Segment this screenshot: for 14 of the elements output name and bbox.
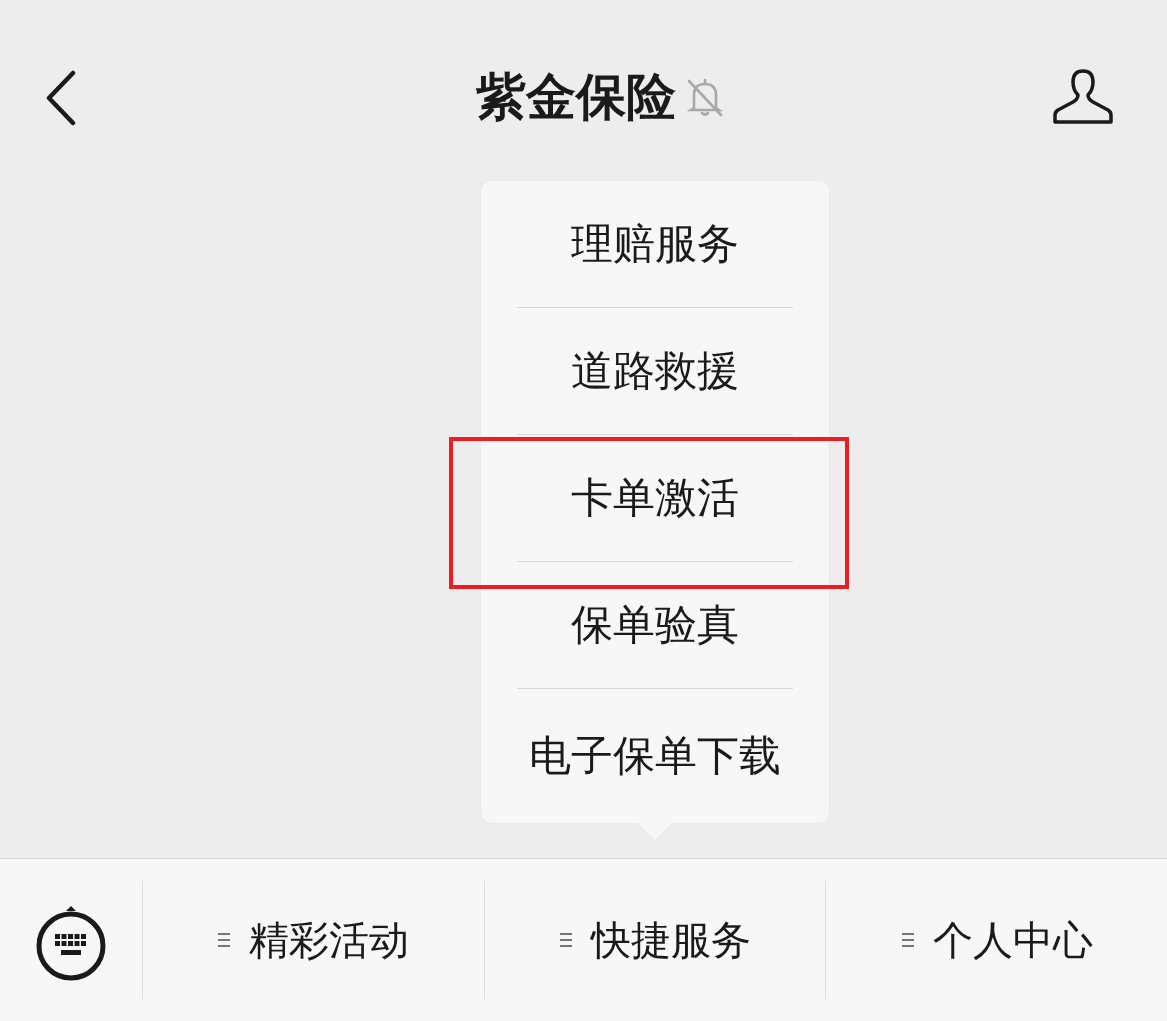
menu-tab[interactable]: 精彩活动: [143, 881, 484, 999]
chat-title: 紫金保险: [475, 68, 676, 126]
menu-item[interactable]: 电子保单下载: [517, 689, 793, 823]
menu-icon: [900, 932, 915, 948]
menu-item[interactable]: 保单验真: [517, 562, 793, 688]
profile-icon[interactable]: [1053, 68, 1113, 126]
back-icon[interactable]: [46, 70, 76, 126]
menu-tab[interactable]: 个人中心: [826, 881, 1167, 999]
menu-item[interactable]: 道路救援: [517, 308, 793, 434]
menu-icon: [217, 932, 232, 948]
menu-tab[interactable]: 快捷服务: [484, 881, 826, 999]
menu-item[interactable]: 理赔服务: [517, 181, 793, 307]
menu-icon: [559, 932, 573, 948]
menu-item[interactable]: 卡单激活: [517, 435, 793, 561]
